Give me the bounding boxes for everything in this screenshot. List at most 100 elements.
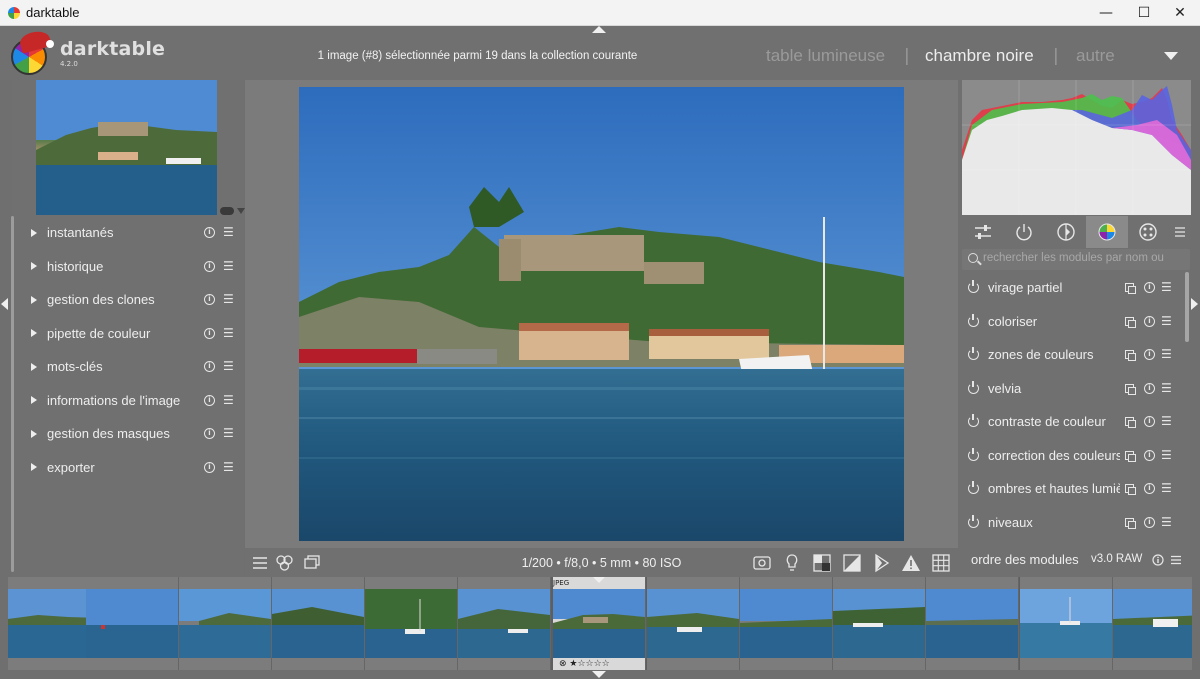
module-order-menu-icon[interactable] — [1170, 554, 1182, 566]
power-toggle-icon[interactable] — [968, 414, 979, 427]
film-thumbnail[interactable] — [458, 577, 551, 670]
reset-icon[interactable]: i — [1144, 382, 1155, 394]
presets-menu-icon[interactable]: ☰ — [1161, 281, 1172, 293]
presets-menu-icon[interactable]: ☰ — [223, 327, 234, 339]
presets-menu-icon[interactable]: ☰ — [223, 461, 234, 473]
power-toggle-icon[interactable] — [968, 380, 979, 394]
presets-menu-icon[interactable]: ☰ — [1161, 449, 1172, 461]
color-assessment-icon[interactable] — [782, 553, 802, 573]
presets-menu-icon[interactable]: ☰ — [1161, 516, 1172, 528]
presets-menu-icon[interactable]: ☰ — [1161, 382, 1172, 394]
collapse-top-arrow-icon[interactable] — [592, 26, 606, 33]
info-icon[interactable]: i — [204, 294, 215, 305]
presets-menu-icon[interactable]: ☰ — [223, 293, 234, 305]
right-module[interactable]: niveaux i ☰ — [962, 506, 1182, 540]
tab-quick-panel[interactable] — [962, 216, 1003, 248]
collapse-bottom-arrow-icon[interactable] — [592, 671, 606, 678]
presets-menu-icon[interactable]: ☰ — [223, 427, 234, 439]
tab-effect-modules[interactable] — [1128, 216, 1169, 248]
power-toggle-icon[interactable] — [968, 481, 979, 494]
film-thumbnail[interactable] — [179, 577, 272, 670]
close-button[interactable]: ✕ — [1160, 0, 1200, 26]
zoom-dropdown-icon[interactable] — [237, 208, 245, 214]
right-module[interactable]: coloriser i ☰ — [962, 305, 1182, 339]
reset-icon[interactable]: i — [1144, 516, 1155, 528]
module-order-info-icon[interactable] — [1152, 554, 1164, 566]
main-image[interactable] — [299, 87, 904, 541]
multi-instance-icon[interactable] — [1125, 350, 1136, 361]
reset-icon[interactable]: i — [1144, 483, 1155, 494]
view-other[interactable]: autre — [1076, 46, 1115, 66]
raw-overexposed-icon[interactable] — [812, 553, 832, 573]
styles-icon[interactable] — [275, 553, 295, 573]
power-toggle-icon[interactable] — [968, 280, 979, 293]
info-icon[interactable]: i — [204, 361, 215, 372]
softproof-icon[interactable] — [872, 553, 892, 573]
film-thumbnail[interactable] — [926, 577, 1019, 670]
second-window-icon[interactable] — [302, 553, 322, 573]
reset-icon[interactable]: i — [1144, 416, 1155, 427]
guides-icon[interactable] — [931, 553, 951, 573]
reset-icon[interactable]: i — [1144, 315, 1155, 327]
right-module[interactable]: zones de couleurs i ☰ — [962, 338, 1182, 372]
minimize-button[interactable]: — — [1086, 0, 1126, 26]
multi-instance-icon[interactable] — [1125, 316, 1136, 328]
collapse-left-arrow-icon[interactable] — [1, 298, 8, 310]
left-module[interactable]: historique i ☰ — [12, 250, 244, 284]
info-icon[interactable]: i — [204, 327, 215, 339]
left-module[interactable]: exporter i ☰ — [12, 451, 244, 485]
module-order-value[interactable]: v3.0 RAW — [1091, 553, 1142, 565]
multi-instance-icon[interactable] — [1125, 283, 1136, 294]
power-toggle-icon[interactable] — [968, 514, 979, 528]
view-darkroom[interactable]: chambre noire — [925, 46, 1034, 66]
presets-menu-icon[interactable]: ☰ — [1161, 415, 1172, 427]
film-thumbnail[interactable] — [1113, 577, 1192, 670]
left-module[interactable]: pipette de couleur i ☰ — [12, 317, 244, 351]
film-thumbnail[interactable] — [647, 577, 740, 670]
reset-icon[interactable]: i — [1144, 349, 1155, 360]
reset-icon[interactable]: i — [1144, 449, 1155, 461]
left-module[interactable]: mots-clés i ☰ — [12, 350, 244, 384]
right-module[interactable]: contraste de couleur i ☰ — [962, 405, 1182, 439]
left-module[interactable]: gestion des masques i ☰ — [12, 417, 244, 451]
collapse-right-arrow-icon[interactable] — [1191, 298, 1198, 310]
power-toggle-icon[interactable] — [968, 447, 979, 461]
tab-active-modules[interactable] — [1003, 216, 1044, 248]
right-module[interactable]: virage partiel i ☰ — [962, 271, 1182, 305]
module-search-input[interactable]: rechercher les modules par nom ou — [962, 249, 1190, 270]
film-thumbnail[interactable] — [1020, 577, 1113, 670]
left-module[interactable]: instantanés i ☰ — [12, 216, 244, 250]
film-thumbnail[interactable] — [833, 577, 926, 670]
film-thumbnail[interactable] — [365, 577, 458, 670]
right-module[interactable]: ombres et hautes lumières i ☰ — [962, 472, 1182, 506]
gamut-check-icon[interactable] — [901, 553, 921, 573]
multi-instance-icon[interactable] — [1125, 484, 1136, 495]
presets-menu-icon[interactable]: ☰ — [223, 226, 234, 238]
views-menu-icon[interactable] — [1164, 52, 1178, 60]
film-thumbnail[interactable] — [740, 577, 833, 670]
left-module[interactable]: informations de l'image i ☰ — [12, 384, 244, 418]
presets-menu-icon[interactable]: ☰ — [1161, 315, 1172, 327]
focus-peaking-icon[interactable] — [752, 553, 772, 573]
zoom-indicator-icon[interactable] — [220, 207, 234, 215]
multi-instance-icon[interactable] — [1125, 450, 1136, 462]
left-module[interactable]: gestion des clones i ☰ — [12, 283, 244, 317]
rating-stars[interactable]: ⊗ ★☆☆☆☆ — [559, 659, 610, 669]
multi-instance-icon[interactable] — [1125, 517, 1136, 529]
presets-menu-icon[interactable]: ☰ — [223, 360, 234, 372]
histogram[interactable] — [962, 80, 1191, 215]
tab-color-modules[interactable] — [1086, 216, 1128, 248]
film-thumbnail[interactable] — [86, 577, 179, 670]
info-icon[interactable]: i — [204, 394, 215, 406]
right-module[interactable]: correction des couleurs i ☰ — [962, 439, 1182, 473]
navigation-thumbnail[interactable] — [36, 80, 217, 215]
info-icon[interactable]: i — [204, 227, 215, 238]
presets-menu-icon[interactable]: ☰ — [223, 394, 234, 406]
film-thumbnail-selected[interactable]: JPEG ⊗ ★☆☆☆☆ — [553, 577, 646, 670]
power-toggle-icon[interactable] — [968, 347, 979, 360]
film-thumbnail[interactable] — [272, 577, 365, 670]
info-icon[interactable]: i — [204, 461, 215, 473]
multi-instance-icon[interactable] — [1125, 417, 1136, 428]
view-lighttable[interactable]: table lumineuse — [766, 46, 885, 66]
presets-menu-icon[interactable]: ☰ — [1161, 482, 1172, 494]
